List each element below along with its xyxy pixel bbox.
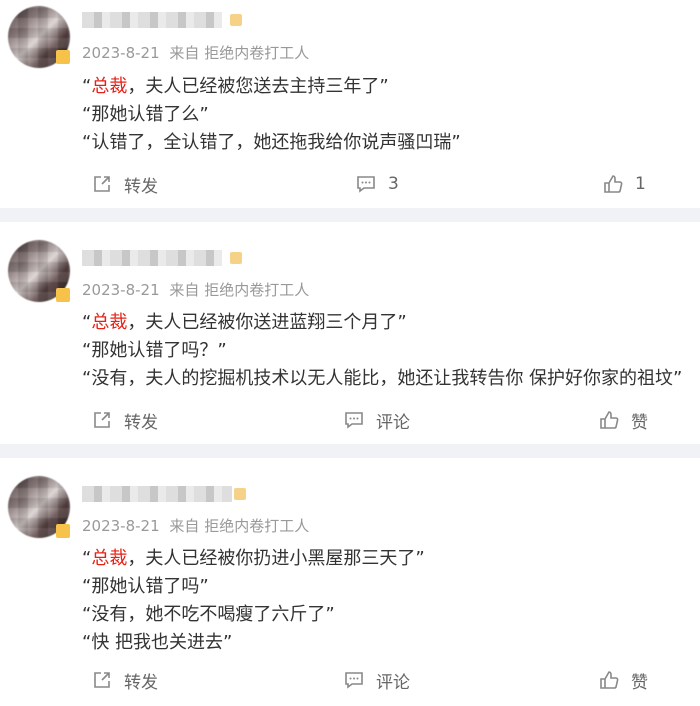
comment-label: 评论 (376, 672, 410, 693)
content-line: “总裁，夫人已经被你送进蓝翔三个月了” (82, 312, 407, 333)
content-line: “那她认错了么” (82, 104, 209, 125)
content-line: “那她认错了吗？” (82, 340, 227, 361)
post-date: 2023-8-21 (82, 281, 160, 299)
content-line: “没有，夫人的挖掘机技术以无人能比，她还让我转告你 保护好你家的祖坟” (82, 368, 683, 389)
post-actions: 转发 3 1 (0, 170, 700, 198)
username-blurred[interactable] (82, 12, 222, 28)
post-date: 2023-8-21 (82, 44, 160, 62)
like-label: 赞 (631, 672, 648, 693)
post-actions: 转发 评论 赞 (0, 666, 700, 694)
like-count: 1 (635, 174, 646, 194)
post-divider (0, 208, 700, 222)
highlight-text: 总裁 (91, 548, 128, 569)
post-1: 2023-8-21 来自 拒绝内卷打工人 “总裁，夫人已经被您送去主持三年了” … (0, 0, 700, 208)
vip-badge-icon (56, 288, 70, 302)
user-tag-icon (234, 488, 246, 500)
content-line: “总裁，夫人已经被您送去主持三年了” (82, 76, 389, 97)
post-actions: 转发 评论 赞 (0, 406, 700, 434)
share-out-icon (94, 176, 110, 192)
post-meta: 2023-8-21 来自 拒绝内卷打工人 (82, 515, 314, 536)
post-meta: 2023-8-21 来自 拒绝内卷打工人 (82, 279, 314, 300)
share-out-icon (94, 412, 110, 428)
post-source: 来自 拒绝内卷打工人 (169, 281, 310, 299)
comment-button[interactable]: 评论 (344, 406, 410, 434)
content-line: “总裁，夫人已经被你扔进小黑屋那三天了” (82, 548, 425, 569)
comment-count: 3 (388, 174, 399, 194)
post-date: 2023-8-21 (82, 517, 160, 535)
repost-label: 转发 (124, 412, 158, 433)
repost-button[interactable]: 转发 (92, 406, 158, 434)
post-divider (0, 444, 700, 458)
comment-button[interactable]: 评论 (344, 666, 410, 694)
content-line: “快 把我也关进去” (82, 632, 233, 653)
post-3: 2023-8-21 来自 拒绝内卷打工人 “总裁，夫人已经被你扔进小黑屋那三天了… (0, 458, 700, 706)
post-content: “总裁，夫人已经被你送进蓝翔三个月了” “那她认错了吗？” “没有，夫人的挖掘机… (82, 309, 682, 393)
content-line: “没有，她不吃不喝瘦了六斤了” (82, 604, 335, 625)
repost-button[interactable]: 转发 (92, 170, 158, 198)
share-out-icon (94, 672, 110, 688)
post-content: “总裁，夫人已经被您送去主持三年了” “那她认错了么” “认错了，全认错了，她还… (82, 73, 461, 157)
post-content: “总裁，夫人已经被你扔进小黑屋那三天了” “那她认错了吗” “没有，她不吃不喝瘦… (82, 545, 425, 657)
repost-label: 转发 (124, 176, 158, 197)
thumbs-up-icon (600, 411, 619, 429)
content-line: “那她认错了吗” (82, 576, 209, 597)
repost-label: 转发 (124, 672, 158, 693)
like-button[interactable]: 1 (603, 170, 646, 198)
like-button[interactable]: 赞 (599, 406, 648, 434)
post-2: 2023-8-21 来自 拒绝内卷打工人 “总裁，夫人已经被你送进蓝翔三个月了”… (0, 222, 700, 444)
user-tag-icon (230, 14, 242, 26)
like-label: 赞 (631, 412, 648, 433)
thumbs-up-icon (600, 671, 619, 689)
username-blurred[interactable] (82, 250, 222, 266)
username-blurred[interactable] (82, 486, 232, 502)
repost-button[interactable]: 转发 (92, 666, 158, 694)
comment-label: 评论 (376, 412, 410, 433)
like-button[interactable]: 赞 (599, 666, 648, 694)
thumbs-up-icon (604, 175, 623, 193)
vip-badge-icon (56, 50, 70, 64)
highlight-text: 总裁 (91, 76, 128, 97)
comment-button[interactable]: 3 (356, 170, 399, 198)
comment-bubble-icon (345, 412, 363, 429)
user-tag-icon (230, 252, 242, 264)
content-line: “认错了，全认错了，她还拖我给你说声骚凹瑞” (82, 132, 461, 153)
comment-bubble-icon (357, 176, 375, 193)
vip-badge-icon (56, 524, 70, 538)
comment-bubble-icon (345, 672, 363, 689)
post-source: 来自 拒绝内卷打工人 (169, 517, 310, 535)
highlight-text: 总裁 (91, 312, 128, 333)
post-source: 来自 拒绝内卷打工人 (169, 44, 310, 62)
post-meta: 2023-8-21 来自 拒绝内卷打工人 (82, 42, 314, 63)
